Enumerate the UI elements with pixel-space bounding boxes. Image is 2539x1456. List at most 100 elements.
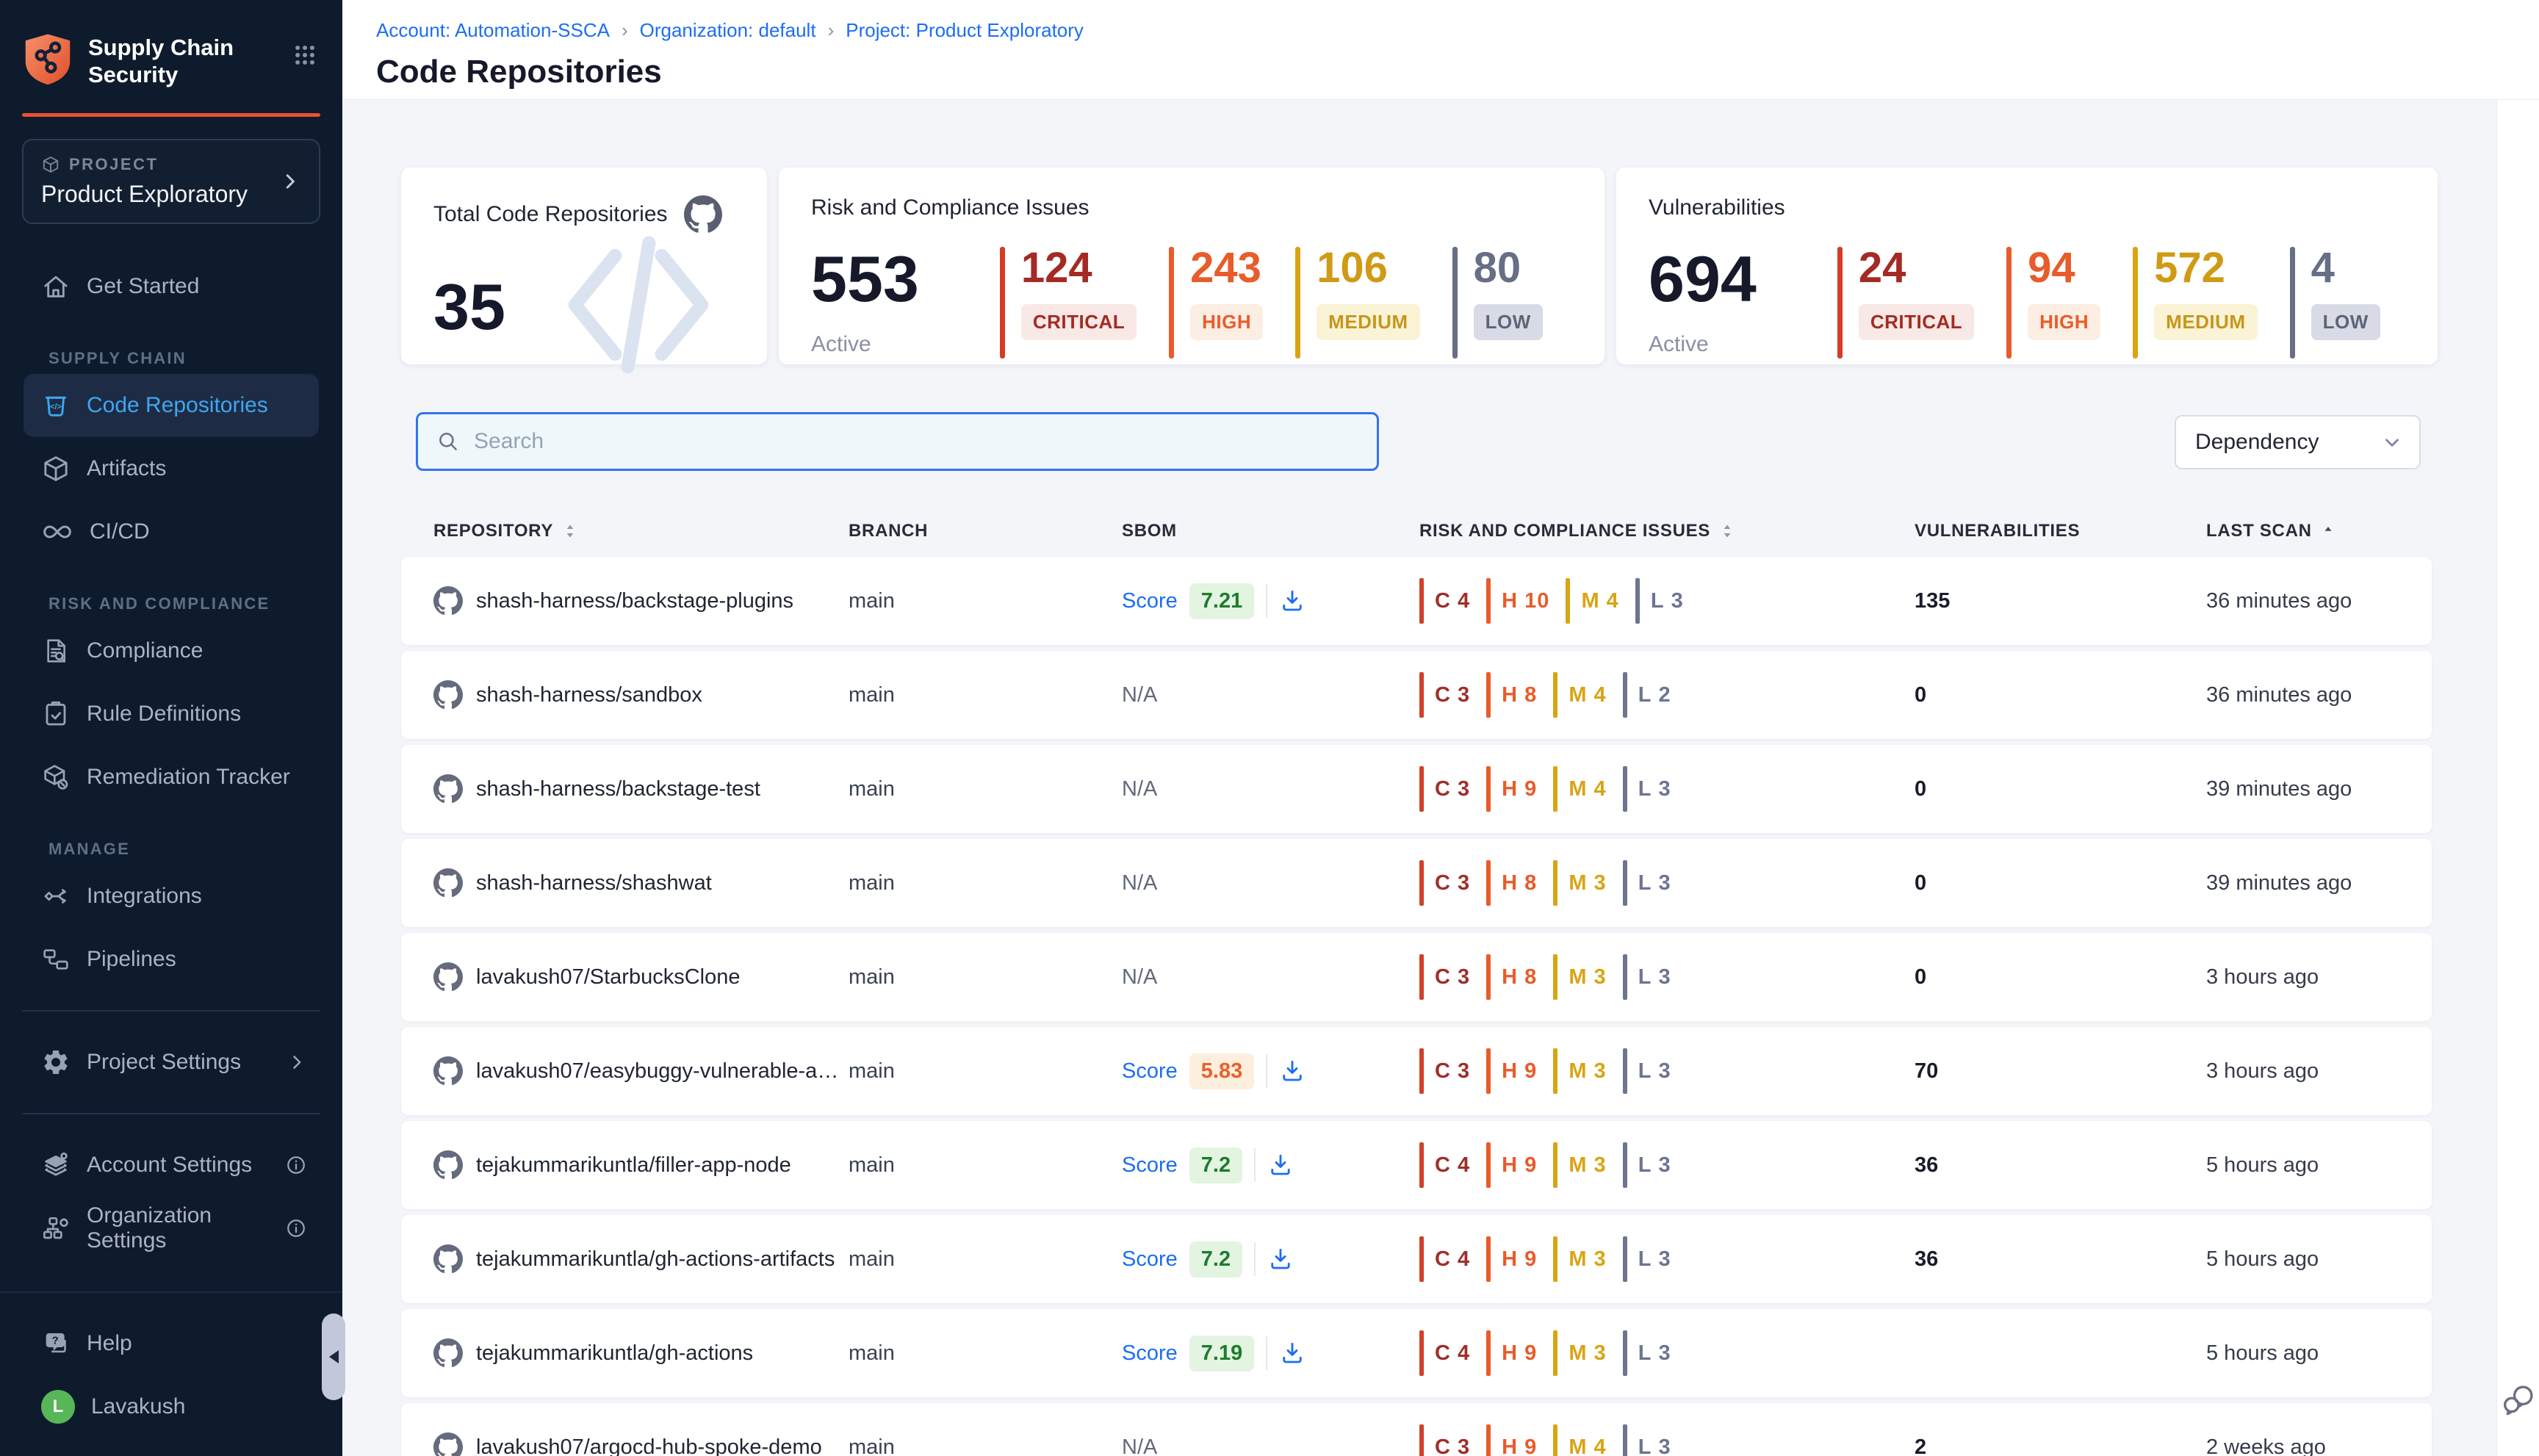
table-row[interactable]: shash-harness/shashwatmainN/AC 3H 8M 3L … xyxy=(401,839,2432,927)
divider xyxy=(1266,1054,1267,1088)
pill-abbr: M xyxy=(1569,1153,1587,1177)
sidebar-item-label: Get Started xyxy=(87,274,199,299)
sbom-score-badge: 7.19 xyxy=(1189,1336,1254,1372)
pill-bar xyxy=(1486,954,1491,1000)
pill-abbr: M xyxy=(1569,965,1587,989)
pill-abbr: M xyxy=(1581,589,1599,613)
repo-name-link[interactable]: shash-harness/backstage-plugins xyxy=(476,589,793,613)
sidebar-item-label: Organization Settings xyxy=(87,1203,269,1253)
home-icon xyxy=(41,272,71,301)
table-row[interactable]: shash-harness/backstage-testmainN/AC 3H … xyxy=(401,745,2432,833)
issue-pill-high: H 8 xyxy=(1486,672,1537,718)
last-scan: 5 hours ago xyxy=(2180,1153,2405,1178)
sidebar-item-label: Account Settings xyxy=(87,1153,252,1178)
column-header-last-scan[interactable]: LAST SCAN xyxy=(2180,521,2405,541)
sidebar-item-ci-cd[interactable]: CI/CD xyxy=(24,500,319,563)
pill-abbr: H xyxy=(1502,965,1518,989)
sidebar-item-pipelines[interactable]: Pipelines xyxy=(24,928,319,991)
repo-name-link[interactable]: tejakummarikuntla/gh-actions-artifacts xyxy=(476,1247,835,1272)
sidebar-item-rule-definitions[interactable]: Rule Definitions xyxy=(24,682,319,746)
sidebar-item-code-repositories[interactable]: </>Code Repositories xyxy=(24,374,319,437)
sidebar-item-organization-settings[interactable]: Organization Settings xyxy=(24,1197,319,1260)
severity-badge: CRITICAL xyxy=(1021,304,1137,340)
issue-pill-medium: M 4 xyxy=(1553,672,1606,718)
issues-cell: C 3H 8M 3L 3 xyxy=(1419,954,1890,1000)
table-row[interactable]: tejakummarikuntla/gh-actionsmainScore7.1… xyxy=(401,1309,2432,1397)
app-switcher-icon[interactable] xyxy=(292,43,317,68)
pill-abbr: C xyxy=(1435,1435,1451,1456)
table-row[interactable]: lavakush07/argocd-hub-spoke-demomainN/AC… xyxy=(401,1403,2432,1456)
sidebar-collapse-handle[interactable] xyxy=(322,1313,345,1400)
download-sbom-icon[interactable] xyxy=(1267,1152,1294,1178)
column-header-risk-and-compliance-issues[interactable]: RISK AND COMPLIANCE ISSUES xyxy=(1419,521,1890,541)
support-chat-icon[interactable] xyxy=(2500,1380,2537,1422)
table-row[interactable]: shash-harness/sandboxmainN/AC 3H 8M 4L 2… xyxy=(401,651,2432,739)
pill-count: 3 xyxy=(1658,777,1671,801)
breadcrumb-link-0[interactable]: Account: Automation-SSCA xyxy=(376,19,610,42)
sidebar-item-artifacts[interactable]: Artifacts xyxy=(24,437,319,500)
issue-pill-low: L 2 xyxy=(1623,672,1671,718)
table-row[interactable]: tejakummarikuntla/filler-app-nodemainSco… xyxy=(401,1121,2432,1209)
pill-count: 4 xyxy=(1594,777,1607,801)
risk-severity-high: 243HIGH xyxy=(1169,247,1263,358)
vulnerabilities-card: Vulnerabilities 694 Active 24CRITICAL94H… xyxy=(1616,167,2438,364)
repo-name-link[interactable]: shash-harness/backstage-test xyxy=(476,777,760,801)
vulnerabilities-count: 0 xyxy=(1890,965,2180,990)
repo-name-link[interactable]: tejakummarikuntla/gh-actions xyxy=(476,1341,753,1366)
pill-bar xyxy=(1566,578,1570,624)
pill-bar xyxy=(1553,672,1557,718)
table-row[interactable]: shash-harness/backstage-pluginsmainScore… xyxy=(401,557,2432,645)
project-selector[interactable]: PROJECT Product Exploratory xyxy=(22,139,320,224)
repo-name-link[interactable]: shash-harness/shashwat xyxy=(476,871,712,895)
table-row[interactable]: lavakush07/easybuggy-vulnerable-app...ma… xyxy=(401,1027,2432,1115)
table-body: shash-harness/backstage-pluginsmainScore… xyxy=(401,557,2432,1456)
breadcrumb-link-1[interactable]: Organization: default xyxy=(640,19,816,42)
severity-count: 94 xyxy=(2028,247,2075,289)
download-sbom-icon[interactable] xyxy=(1279,588,1305,614)
pill-text: H 9 xyxy=(1502,777,1537,801)
severity-bar xyxy=(1169,247,1174,358)
sidebar-item-integrations[interactable]: Integrations xyxy=(24,865,319,928)
sidebar-item-get-started[interactable]: Get Started xyxy=(24,255,319,318)
pill-bar xyxy=(1486,1236,1491,1282)
sidebar-item-project-settings[interactable]: Project Settings xyxy=(24,1031,319,1094)
repo-name-link[interactable]: lavakush07/StarbucksClone xyxy=(476,965,740,990)
download-sbom-icon[interactable] xyxy=(1279,1340,1305,1366)
last-scan: 3 hours ago xyxy=(2180,965,2405,990)
right-gutter xyxy=(2496,100,2539,1456)
app-header: Supply Chain Security xyxy=(0,0,342,88)
download-sbom-icon[interactable] xyxy=(1267,1246,1294,1272)
repo-name-link[interactable]: tejakummarikuntla/filler-app-node xyxy=(476,1153,791,1178)
pill-abbr: C xyxy=(1435,1247,1451,1271)
issue-pill-low: L 3 xyxy=(1623,766,1671,812)
column-header-repository[interactable]: REPOSITORY xyxy=(433,521,849,541)
repo-name-link[interactable]: shash-harness/sandbox xyxy=(476,683,702,707)
pill-bar xyxy=(1623,1236,1627,1282)
repo-name-link[interactable]: lavakush07/easybuggy-vulnerable-app... xyxy=(476,1059,849,1084)
pill-bar xyxy=(1623,1142,1627,1188)
sidebar-item-help[interactable]: ? Help xyxy=(24,1312,319,1375)
table-row[interactable]: lavakush07/StarbucksClonemainN/AC 3H 8M … xyxy=(401,933,2432,1021)
sidebar-item-account-settings[interactable]: Account Settings xyxy=(24,1134,319,1197)
chevron-right-icon xyxy=(279,170,301,192)
branch-cell: main xyxy=(849,1059,1122,1084)
issues-cell: C 3H 8M 3L 3 xyxy=(1419,860,1890,906)
sbom-na: N/A xyxy=(1122,871,1157,895)
download-sbom-icon[interactable] xyxy=(1279,1058,1305,1084)
svg-text:?: ? xyxy=(52,1335,59,1347)
pill-count: 10 xyxy=(1524,589,1549,613)
pill-abbr: H xyxy=(1502,589,1518,613)
sidebar-item-remediation-tracker[interactable]: Remediation Tracker xyxy=(24,746,319,809)
severity-badge: HIGH xyxy=(2028,304,2100,340)
pill-bar xyxy=(1419,672,1424,718)
table-row[interactable]: tejakummarikuntla/gh-actions-artifactsma… xyxy=(401,1215,2432,1303)
pill-abbr: M xyxy=(1569,683,1587,707)
user-menu[interactable]: L Lavakush xyxy=(24,1375,319,1438)
sidebar-item-compliance[interactable]: Compliance xyxy=(24,619,319,682)
search-input[interactable] xyxy=(472,428,1359,455)
sidebar-footer: ? Help L Lavakush xyxy=(0,1291,342,1456)
dependency-filter-dropdown[interactable]: Dependency xyxy=(2175,415,2421,469)
breadcrumb-link-2[interactable]: Project: Product Exploratory xyxy=(846,19,1084,42)
severity-body: 572MEDIUM xyxy=(2154,247,2257,358)
repo-name-link[interactable]: lavakush07/argocd-hub-spoke-demo xyxy=(476,1435,822,1456)
